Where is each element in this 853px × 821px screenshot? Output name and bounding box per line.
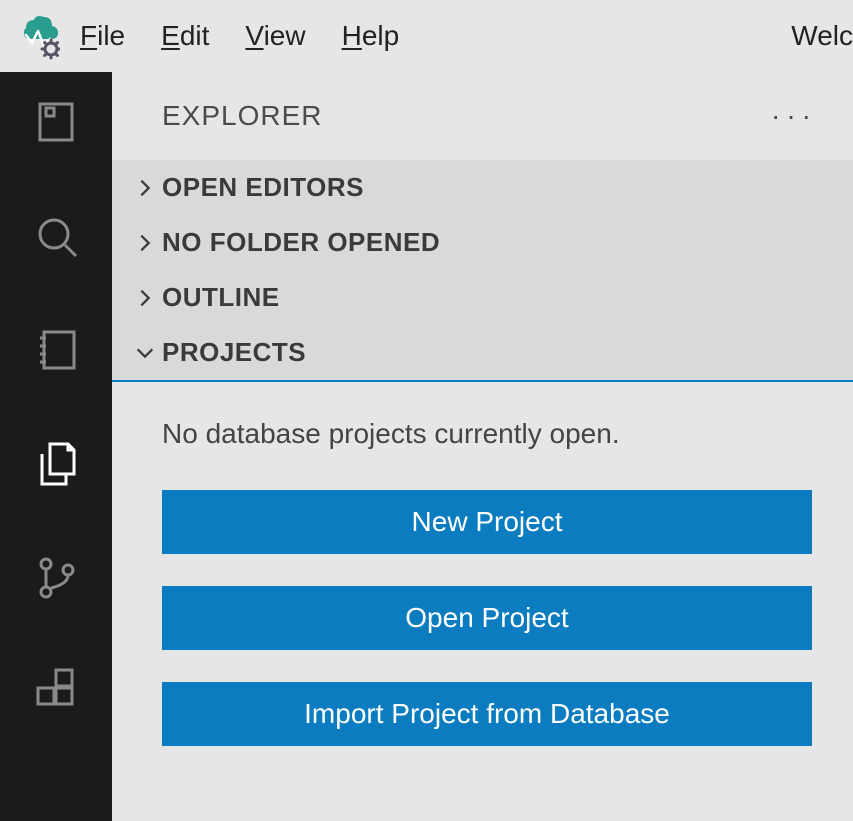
open-project-button[interactable]: Open Project bbox=[162, 586, 812, 650]
files-icon bbox=[32, 440, 80, 488]
section-open-editors[interactable]: OPEN EDITORS bbox=[112, 160, 853, 215]
activity-source-control[interactable] bbox=[28, 550, 84, 606]
extensions-icon bbox=[32, 668, 80, 716]
menu-edit[interactable]: Edit bbox=[161, 20, 209, 52]
chevron-right-icon bbox=[128, 287, 162, 309]
server-icon bbox=[32, 98, 80, 146]
sidebar-title: EXPLORER bbox=[162, 100, 323, 132]
chevron-right-icon bbox=[128, 232, 162, 254]
projects-empty-text: No database projects currently open. bbox=[162, 418, 813, 450]
notebook-icon bbox=[32, 326, 80, 374]
menubar-items: File Edit View Help bbox=[80, 20, 399, 52]
activity-extensions[interactable] bbox=[28, 664, 84, 720]
section-no-folder-opened[interactable]: NO FOLDER OPENED bbox=[112, 215, 853, 270]
new-project-button[interactable]: New Project bbox=[162, 490, 812, 554]
activity-notebooks[interactable] bbox=[28, 322, 84, 378]
section-label: NO FOLDER OPENED bbox=[162, 227, 440, 258]
projects-panel: No database projects currently open. New… bbox=[112, 380, 853, 821]
menubar: File Edit View Help Welc bbox=[0, 0, 853, 72]
import-project-button[interactable]: Import Project from Database bbox=[162, 682, 812, 746]
more-actions-icon[interactable]: ··· bbox=[771, 100, 817, 132]
section-label: OUTLINE bbox=[162, 282, 280, 313]
app-logo-icon bbox=[12, 12, 60, 60]
chevron-down-icon bbox=[128, 342, 162, 364]
section-outline[interactable]: OUTLINE bbox=[112, 270, 853, 325]
section-label: OPEN EDITORS bbox=[162, 172, 364, 203]
activity-bar bbox=[0, 72, 112, 821]
chevron-right-icon bbox=[128, 177, 162, 199]
search-icon bbox=[32, 212, 80, 260]
menu-file[interactable]: File bbox=[80, 20, 125, 52]
sidebar: EXPLORER ··· OPEN EDITORS NO FOLDER OPEN… bbox=[112, 72, 853, 821]
branch-icon bbox=[32, 554, 80, 602]
sidebar-header: EXPLORER ··· bbox=[112, 72, 853, 160]
activity-explorer[interactable] bbox=[28, 436, 84, 492]
section-projects[interactable]: PROJECTS bbox=[112, 325, 853, 380]
menu-view[interactable]: View bbox=[245, 20, 305, 52]
section-label: PROJECTS bbox=[162, 337, 306, 368]
activity-servers[interactable] bbox=[28, 94, 84, 150]
activity-search[interactable] bbox=[28, 208, 84, 264]
menu-help[interactable]: Help bbox=[342, 20, 400, 52]
editor-tab-partial: Welc bbox=[791, 20, 853, 52]
